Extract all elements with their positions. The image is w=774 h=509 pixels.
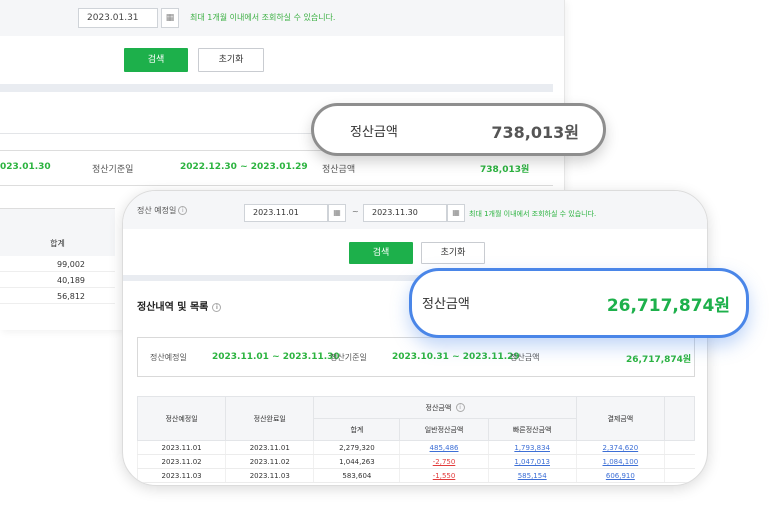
info-icon[interactable]: i — [178, 206, 188, 215]
group-header-text: 정산금액 — [425, 403, 452, 412]
back-date-input[interactable]: 2023.01.31 — [78, 8, 158, 28]
cell-completed: 2023.11.03 — [225, 468, 314, 483]
settlement-table: 정산예정일 정산완료일 정산금액 i 결제금액 합계 일반정산금액 빠른정산금액… — [136, 396, 696, 483]
front-settlement-panel: 정산 예정일 i 2023.11.01 ▦ ~ 2023.11.30 ▦ 최대 1… — [122, 190, 708, 486]
back-callout-label: 정산금액 — [350, 125, 398, 140]
col-general: 일반정산금액 — [399, 418, 489, 441]
info-icon[interactable]: i — [212, 302, 222, 312]
back-callout-value: 738,013원 — [491, 123, 579, 142]
front-date-label-text: 정산 예정일 — [137, 206, 177, 215]
date-to-input[interactable]: 2023.11.30 — [363, 204, 447, 222]
cell-fast-link[interactable]: 1,047,013 — [514, 458, 550, 466]
date-range-separator: ~ — [352, 207, 359, 216]
front-search-button[interactable]: 검색 — [349, 242, 413, 264]
back-base-label: 정산기준일 — [92, 165, 134, 175]
cell-extra — [663, 468, 695, 483]
back-amount-label: 정산금액 — [322, 165, 356, 175]
cell-total: 1,044,263 — [313, 454, 400, 469]
front-summary-box: 정산예정일 2023.11.01 ~ 2023.11.30 정산기준일 2023… — [137, 337, 695, 377]
col-completed: 정산완료일 — [225, 396, 315, 441]
front-callout-label: 정산금액 — [422, 297, 470, 312]
back-table-header-band — [0, 208, 115, 232]
calendar-icon[interactable]: ▦ — [328, 204, 346, 222]
section-title-text: 정산내역 및 목록 — [137, 302, 209, 313]
back-divider — [0, 84, 553, 92]
cell-fast-link[interactable]: 585,154 — [518, 472, 547, 480]
scheduled-label: 정산예정일 — [150, 353, 187, 362]
amount-value: 26,717,874원 — [626, 355, 692, 365]
front-callout-value: 26,717,874원 — [606, 296, 730, 316]
table-cell: 99,002 — [0, 257, 115, 272]
table-row: 2023.11.03 2023.11.03 583,604 -1,550 585… — [136, 468, 695, 483]
col-total: 합계 — [313, 418, 401, 441]
base-label: 정산기준일 — [330, 353, 367, 362]
back-date-note: 최대 1개월 이내에서 조회하실 수 있습니다. — [190, 13, 336, 22]
cell-payment-link[interactable]: 606,910 — [606, 472, 635, 480]
back-search-bar: 2023.01.31 ▦ 최대 1개월 이내에서 조회하실 수 있습니다. — [0, 0, 564, 36]
col-extra — [663, 396, 696, 441]
col-group-amount: 정산금액 i — [313, 396, 577, 419]
back-amount-callout: 정산금액 738,013원 — [311, 103, 606, 156]
front-date-label: 정산 예정일 i — [137, 205, 188, 216]
calendar-icon[interactable]: ▦ — [447, 204, 465, 222]
back-search-button[interactable]: 검색 — [124, 48, 188, 72]
cell-completed: 2023.11.02 — [225, 454, 314, 469]
table-cell: 56,812 — [0, 289, 115, 304]
cell-general-link[interactable]: -1,550 — [433, 472, 456, 480]
back-table-header-total: 합계 — [0, 232, 115, 256]
scheduled-range: 2023.11.01 ~ 2023.11.30 — [212, 352, 340, 362]
cell-payment-link[interactable]: 2,374,620 — [603, 444, 639, 452]
cell-total: 2,279,320 — [313, 440, 400, 455]
base-range: 2023.10.31 ~ 2023.11.29 — [392, 352, 520, 362]
cell-completed: 2023.11.01 — [225, 440, 314, 455]
cell-extra — [663, 440, 695, 455]
front-search-bar: 정산 예정일 i 2023.11.01 ▦ ~ 2023.11.30 ▦ 최대 1… — [123, 191, 707, 229]
cell-general-link[interactable]: -2,750 — [433, 458, 456, 466]
col-fast: 빠른정산금액 — [487, 418, 577, 441]
table-cell: 40,189 — [0, 273, 115, 288]
table-row: 2023.11.01 2023.11.01 2,279,320 485,486 … — [136, 440, 695, 455]
cell-payment-link[interactable]: 1,084,100 — [603, 458, 639, 466]
col-scheduled: 정산예정일 — [136, 396, 227, 441]
cell-scheduled: 2023.11.01 — [136, 440, 226, 455]
back-reset-button[interactable]: 초기화 — [198, 48, 264, 72]
cell-total: 583,604 — [313, 468, 400, 483]
front-date-note: 최대 1개월 이내에서 조회하실 수 있습니다. — [469, 210, 597, 218]
col-payment: 결제금액 — [575, 396, 665, 441]
cell-scheduled: 2023.11.03 — [136, 468, 226, 483]
cell-extra — [663, 454, 695, 469]
info-icon[interactable]: i — [455, 403, 465, 412]
back-base-range: 2022.12.30 ~ 2023.01.29 — [180, 162, 308, 172]
front-amount-callout: 정산금액 26,717,874원 — [409, 268, 749, 338]
calendar-icon[interactable]: ▦ — [161, 8, 179, 28]
cell-scheduled: 2023.11.02 — [136, 454, 226, 469]
cell-general-link[interactable]: 485,486 — [430, 444, 459, 452]
back-summary-date: 023.01.30 — [0, 162, 51, 172]
date-from-input[interactable]: 2023.11.01 — [244, 204, 328, 222]
table-row: 2023.11.02 2023.11.02 1,044,263 -2,750 1… — [136, 454, 695, 469]
back-amount-value: 738,013원 — [480, 165, 530, 175]
section-title: 정산내역 및 목록 i — [137, 298, 222, 313]
front-reset-button[interactable]: 초기화 — [421, 242, 485, 264]
amount-label: 정산금액 — [510, 353, 540, 362]
cell-fast-link[interactable]: 1,793,834 — [514, 444, 550, 452]
